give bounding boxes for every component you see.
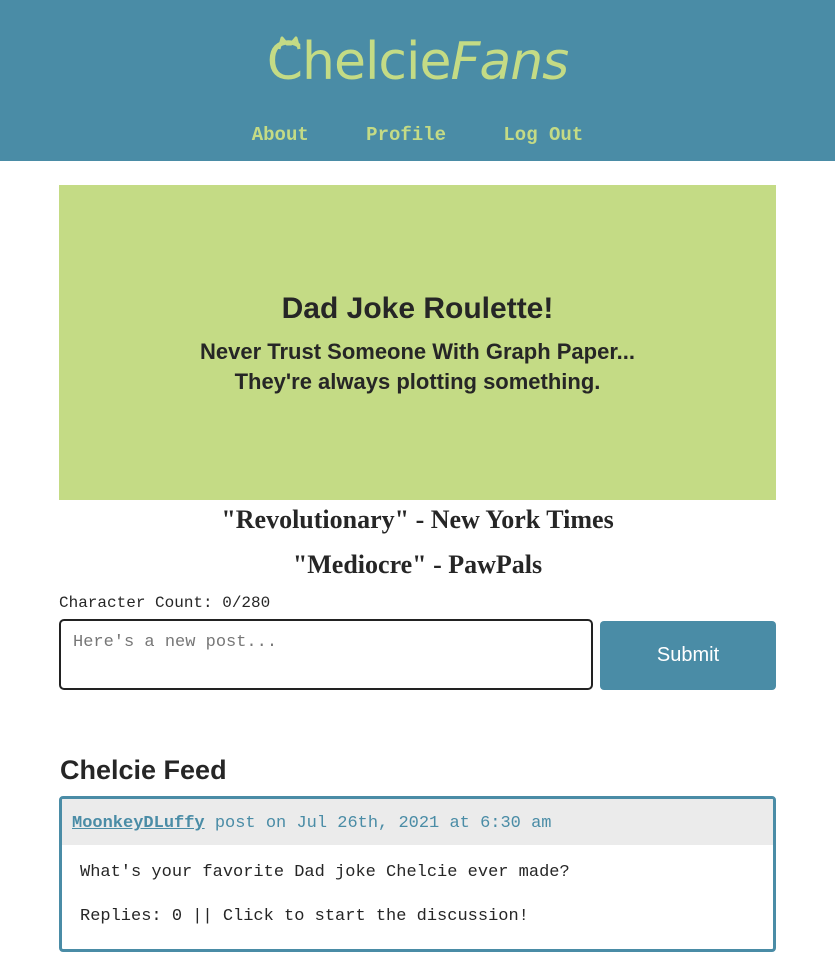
post-meta: post on Jul 26th, 2021 at 6:30 am — [204, 814, 552, 833]
post-body: What's your favorite Dad joke Chelcie ev… — [62, 845, 773, 927]
main-nav: About Profile Log Out — [0, 124, 835, 146]
feed-title: Chelcie Feed — [60, 755, 227, 785]
joke-line-1: Never Trust Someone With Graph Paper... — [199, 339, 636, 364]
joke-line-2: They're always plotting something. — [234, 369, 601, 394]
feed-post[interactable]: MoonkeyDLuffy post on Jul 26th, 2021 at … — [59, 796, 776, 952]
post-replies-link[interactable]: Replies: 0 || Click to start the discuss… — [80, 907, 755, 927]
post-text: What's your favorite Dad joke Chelcie ev… — [80, 863, 570, 882]
new-post-input[interactable] — [59, 619, 593, 690]
press-quote: "Mediocre" - PawPals — [292, 550, 543, 579]
character-count: Character Count: 0/280 — [59, 594, 271, 612]
banner-title: Dad Joke Roulette! — [281, 292, 554, 325]
dad-joke-banner: Dad Joke Roulette! Never Trust Someone W… — [59, 185, 776, 500]
cat-ears-icon — [277, 36, 301, 50]
nav-logout-link[interactable]: Log Out — [503, 124, 583, 146]
post-author-link[interactable]: MoonkeyDLuffy — [72, 814, 205, 833]
press-quote: "Revolutionary" - New York Times — [221, 505, 614, 534]
site-header: ChelcieFans About Profile Log Out — [0, 0, 835, 161]
joke-text: Never Trust Someone With Graph Paper... … — [59, 337, 776, 397]
site-logo[interactable]: ChelcieFans — [0, 22, 835, 102]
submit-button[interactable]: Submit — [600, 621, 776, 690]
logo-accent-text: Fans — [450, 32, 569, 92]
nav-profile-link[interactable]: Profile — [366, 124, 446, 146]
nav-about-link[interactable]: About — [252, 124, 309, 146]
post-header: MoonkeyDLuffy post on Jul 26th, 2021 at … — [62, 799, 773, 845]
